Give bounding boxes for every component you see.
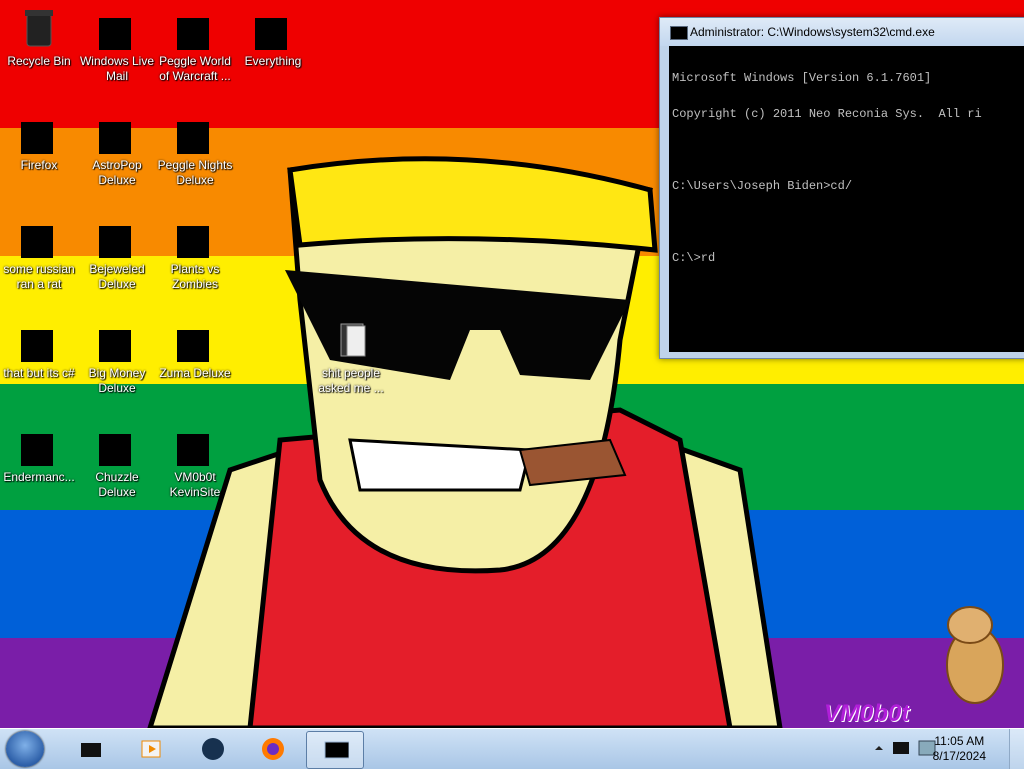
dark-box-app-icon xyxy=(81,743,101,757)
desktop-icon-bejeweled[interactable]: Bejeweled Deluxe xyxy=(78,208,156,292)
pvz-icon xyxy=(171,212,219,260)
redaction-box xyxy=(21,434,53,466)
cmd-window[interactable]: Administrator: C:\Windows\system32\cmd.e… xyxy=(659,17,1024,359)
chuzzle-icon xyxy=(93,420,141,468)
desktop-icon-peggle-wow[interactable]: Peggle World of Warcraft ... xyxy=(156,0,234,84)
desktop-icon-big-money[interactable]: Big Money Deluxe xyxy=(78,312,156,396)
document-stack-icon xyxy=(15,316,63,364)
peggle-nights-icon xyxy=(171,108,219,156)
mail-icon xyxy=(93,4,141,52)
globe-browser-icon xyxy=(202,738,224,760)
taskbar-button-globe-browser[interactable] xyxy=(184,731,240,767)
redaction-box xyxy=(21,122,53,154)
desktop-icon-astropop[interactable]: AstroPop Deluxe xyxy=(78,104,156,188)
start-button[interactable] xyxy=(6,731,44,767)
desktop-icon-firefox[interactable]: Firefox xyxy=(0,104,78,173)
taskbar-clock[interactable]: 11:05 AM 8/17/2024 xyxy=(933,734,986,764)
desktop-icon-plants-vs-zombies[interactable]: Plants vs Zombies xyxy=(156,208,234,292)
bejeweled-icon xyxy=(93,212,141,260)
executable-icon xyxy=(15,212,63,260)
recycle-bin-icon xyxy=(15,4,63,52)
cmd-title: Administrator: C:\Windows\system32\cmd.e… xyxy=(690,25,935,39)
desktop-icon-that-but-csharp[interactable]: that but its c# xyxy=(0,312,78,381)
cmd-line: Copyright (c) 2011 Neo Reconia Sys. All … xyxy=(672,107,982,121)
cmd-line xyxy=(672,144,1024,156)
redaction-box xyxy=(255,18,287,50)
redaction-box xyxy=(177,18,209,50)
desktop-icon-recycle-bin[interactable]: Recycle Bin xyxy=(0,0,78,69)
redaction-box xyxy=(177,330,209,362)
firefox-taskbar-icon xyxy=(262,738,284,760)
tray-expand-icon[interactable] xyxy=(874,743,884,753)
redaction-box xyxy=(99,122,131,154)
taskbar-button-firefox[interactable] xyxy=(244,731,300,767)
taskbar-button-cmd[interactable] xyxy=(306,731,364,769)
peggle-wow-icon xyxy=(171,4,219,52)
redaction-box xyxy=(177,122,209,154)
folder-icon xyxy=(327,316,375,364)
redaction-box xyxy=(99,330,131,362)
taskbar-button-media-player[interactable] xyxy=(122,731,178,767)
desktop-icon-windows-live-mail[interactable]: Windows Live Mail xyxy=(78,0,156,84)
everything-search-icon xyxy=(249,4,297,52)
cmd-window-icon xyxy=(670,26,688,40)
cmd-line: Microsoft Windows [Version 6.1.7601] xyxy=(672,71,932,85)
desktop-icon-vm0b0t-kevinsite[interactable]: VM0b0t KevinSite xyxy=(156,416,234,500)
astropop-icon xyxy=(93,108,141,156)
website-icon xyxy=(171,420,219,468)
clock-date: 8/17/2024 xyxy=(932,749,986,763)
cmd-line xyxy=(672,216,1024,228)
redaction-box xyxy=(21,226,53,258)
terminal-app-icon xyxy=(15,420,63,468)
money-bag-icon xyxy=(93,316,141,364)
zuma-icon xyxy=(171,316,219,364)
redaction-box xyxy=(21,330,53,362)
taskbar-button-dark-box[interactable] xyxy=(62,731,118,767)
media-player-icon xyxy=(141,740,161,758)
tray-display-icon[interactable] xyxy=(890,737,912,759)
cmd-titlebar[interactable]: Administrator: C:\Windows\system32\cmd.e… xyxy=(660,18,1024,46)
desktop-icon-everything[interactable]: Everything xyxy=(234,0,312,69)
redaction-box xyxy=(177,226,209,258)
desktop-icon-folder-shit-people-asked[interactable]: shit people asked me ... xyxy=(312,312,390,396)
desktop-icon-zuma[interactable]: Zuma Deluxe xyxy=(156,312,234,381)
desktop-icon-endermanch[interactable]: Endermanc... xyxy=(0,416,78,485)
desktop-icon-chuzzle[interactable]: Chuzzle Deluxe xyxy=(78,416,156,500)
clock-time: 11:05 AM xyxy=(934,734,985,748)
wallpaper-watermark: VM0b0t xyxy=(824,700,910,727)
cmd-console[interactable]: Microsoft Windows [Version 6.1.7601] Cop… xyxy=(669,46,1024,352)
cmd-line: C:\Users\Joseph Biden>cd/ xyxy=(672,179,853,193)
show-desktop-button[interactable] xyxy=(1009,729,1024,769)
firefox-icon xyxy=(15,108,63,156)
cmd-line: C:\>rd xyxy=(672,251,716,265)
taskbar: 11:05 AM 8/17/2024 xyxy=(0,728,1024,769)
redaction-box xyxy=(99,18,131,50)
redaction-box xyxy=(99,226,131,258)
desktop-icon-russian-rat[interactable]: some russian ran a rat xyxy=(0,208,78,292)
cmd-taskbar-icon xyxy=(324,741,349,759)
desktop-icon-peggle-nights[interactable]: Peggle Nights Deluxe xyxy=(156,104,234,188)
system-tray: 11:05 AM 8/17/2024 xyxy=(864,729,1024,769)
redaction-box xyxy=(99,434,131,466)
redaction-box xyxy=(177,434,209,466)
